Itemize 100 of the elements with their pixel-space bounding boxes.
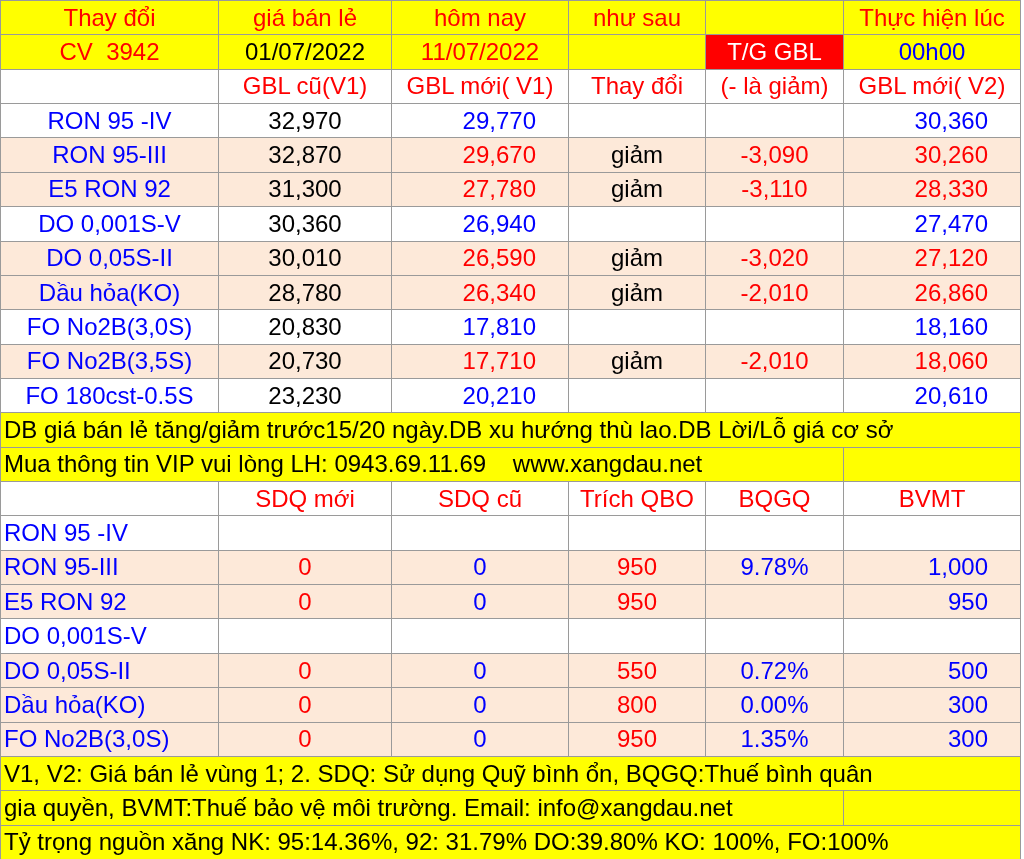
cell-text: 950 <box>616 555 657 580</box>
cell-text: giảm <box>611 280 663 305</box>
note-text: DB giá bán lẻ tăng/giảm trước15/20 ngày.DB xu hướng thù lao.DB Lời/Lỗ giá cơ sở <box>4 418 894 442</box>
cell-text: -2,010 <box>740 280 809 305</box>
cell-text: 500 <box>947 658 988 683</box>
cell-text: 23,230 <box>268 383 342 408</box>
cell-text: BVMT <box>898 486 966 511</box>
cell-text: -3,020 <box>740 246 809 271</box>
cell-text: giảm <box>611 143 663 168</box>
cell-text: 950 <box>616 727 657 752</box>
cell-text: E5 RON 92 <box>48 177 171 202</box>
cell-text: 28,330 <box>914 177 988 202</box>
cell-text: 26,340 <box>462 280 536 305</box>
cell-text: giảm <box>611 177 663 202</box>
cell-text: 0 <box>473 692 487 717</box>
cell-text: 27,780 <box>462 177 536 202</box>
cell-text: (- là giảm) <box>720 74 829 99</box>
note-text: V1, V2: Giá bán lẻ vùng 1; 2. SDQ: Sử dụng Quỹ bình ổn, BQGQ:Thuế bình quân <box>4 761 873 786</box>
cell-text: giảm <box>611 349 663 374</box>
cell-text: Dầu hỏa(KO) <box>4 692 146 717</box>
cell-text: giảm <box>611 246 663 271</box>
cell-text: DO 0,001S-V <box>4 624 147 649</box>
cell-text: FO No2B(3,0S) <box>4 727 170 752</box>
cell-text: Dầu hỏa(KO) <box>38 280 181 305</box>
cell-text: DO 0,05S-II <box>46 246 173 271</box>
cell-text: 26,590 <box>462 246 536 271</box>
cell-text: -2,010 <box>740 349 809 374</box>
cell-text: 26,940 <box>462 211 536 236</box>
cell-text: 0 <box>473 727 487 752</box>
cell-text: 300 <box>947 692 988 717</box>
cell-text: 0 <box>473 589 487 614</box>
cell-text: 800 <box>616 692 657 717</box>
cell-text: 29,770 <box>462 108 536 133</box>
cell-text: 20,210 <box>462 383 536 408</box>
cell-text: 18,060 <box>914 349 988 374</box>
cell-text: 27,470 <box>914 211 988 236</box>
cell-text: RON 95 -IV <box>4 521 129 546</box>
cell-text: SDQ mới <box>255 486 355 511</box>
cell-text: 950 <box>616 589 657 614</box>
note-text: gia quyền, BVMT:Thuế bảo vệ môi trường. Email: info@xangdau.net <box>4 795 733 820</box>
cell-text: như sau <box>592 5 682 30</box>
cell-text: SDQ cũ <box>438 486 522 511</box>
cell-text: 11/07/2022 <box>420 40 540 65</box>
cell-text: 0 <box>298 589 312 614</box>
cell-text: DO 0,001S-V <box>38 211 181 236</box>
cell-text: 20,730 <box>268 349 342 374</box>
cell-text: DO 0,05S-II <box>4 658 131 683</box>
cell-text: 00h00 <box>898 40 966 65</box>
cell-text: 26,860 <box>914 280 988 305</box>
cell-text: 32,970 <box>268 108 342 133</box>
cell-text: 0 <box>298 692 312 717</box>
cell-text: BQGQ <box>738 486 811 511</box>
cell-text: Thay đổi <box>63 5 156 30</box>
cell-text: Thay đổi <box>590 74 684 99</box>
note-text: Tỷ trọng nguồn xăng NK: 95:14.36%, 92: 31.79% DO:39.80% KO: 100%, FO:100% <box>4 830 889 855</box>
cell-text: T/G GBL <box>727 40 822 65</box>
cell-text: 550 <box>616 658 657 683</box>
cell-text: GBL cũ(V1) <box>242 74 368 99</box>
cell-text: RON 95-III <box>4 555 119 580</box>
cell-text: 0 <box>298 727 312 752</box>
cell-text: 1.35% <box>740 727 809 752</box>
cell-text: 0 <box>298 658 312 683</box>
cell-text: GBL mới( V1) <box>406 74 554 99</box>
cell-text: FO 180cst-0.5S <box>25 383 194 408</box>
cell-text: -3,110 <box>741 177 808 202</box>
cell-text: FO No2B(3,5S) <box>26 349 193 374</box>
cell-text: 30,010 <box>268 246 342 271</box>
cell-text: 29,670 <box>462 143 536 168</box>
cell-text: 01/07/2022 <box>244 40 366 65</box>
cell-text: 30,260 <box>914 143 988 168</box>
cell-text: 17,810 <box>462 314 536 339</box>
cell-text: 9.78% <box>740 555 809 580</box>
cell-text: hôm nay <box>433 5 527 30</box>
cell-text: FO No2B(3,0S) <box>26 314 193 339</box>
cell-text: 20,830 <box>268 314 342 339</box>
cell-text: 0 <box>298 555 312 580</box>
cell-text: Thực hiện lúc <box>859 5 1005 30</box>
cell-text: RON 95-III <box>52 143 167 168</box>
cell-text: 950 <box>947 589 988 614</box>
cell-text: 0 <box>473 555 487 580</box>
cell-text: 20,610 <box>914 383 988 408</box>
cell-text: CV 3942 <box>59 40 160 65</box>
cell-text: 30,360 <box>914 108 988 133</box>
cell-text: 0.00% <box>740 692 809 717</box>
cell-text: RON 95 -IV <box>47 108 172 133</box>
cell-text: GBL mới( V2) <box>858 74 1006 99</box>
cell-text: 32,870 <box>268 143 342 168</box>
cell-text: E5 RON 92 <box>4 589 127 614</box>
cell-text: -3,090 <box>740 143 809 168</box>
cell-text: 30,360 <box>268 211 342 236</box>
cell-text: giá bán lẻ <box>252 5 358 30</box>
cell-text: Trích QBO <box>580 486 694 511</box>
cell-text: 28,780 <box>268 280 342 305</box>
cell-text: 0.72% <box>740 658 809 683</box>
cell-text: 27,120 <box>914 246 988 271</box>
cell-text: 300 <box>947 727 988 752</box>
cell-text: 0 <box>473 658 487 683</box>
cell-text: 17,710 <box>462 349 536 374</box>
cell-text: 1,000 <box>927 555 988 580</box>
cell-text: 18,160 <box>914 314 988 339</box>
